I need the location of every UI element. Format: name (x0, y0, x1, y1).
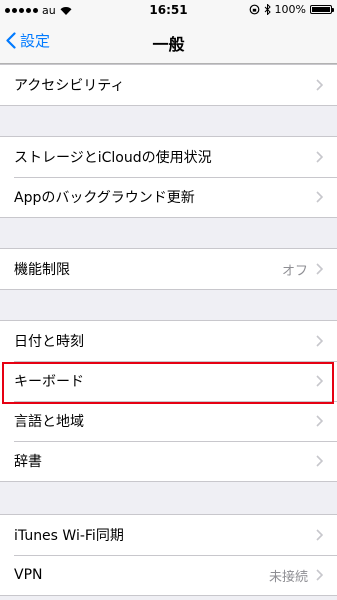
row-label: VPN (14, 567, 43, 583)
chevron-right-icon (316, 529, 323, 541)
keyboard-highlight-box (2, 362, 334, 404)
settings-row-storage-icloud[interactable]: ストレージとiCloudの使用状況 (0, 137, 337, 177)
settings-row-dictionary[interactable]: 辞書 (0, 441, 337, 481)
row-value: オフ (281, 263, 308, 279)
settings-row-restrictions[interactable]: 機能制限 オフ (0, 249, 337, 289)
row-label: iTunes Wi-Fi同期 (14, 528, 124, 544)
navigation-bar: 設定 一般 (0, 20, 337, 64)
settings-group-sync-vpn: iTunes Wi-Fi同期 VPN 未接続 (0, 514, 337, 596)
row-label: 日付と時刻 (14, 334, 84, 350)
settings-row-language-region[interactable]: 言語と地域 (0, 401, 337, 441)
settings-row-itunes-wifi-sync[interactable]: iTunes Wi-Fi同期 (0, 515, 337, 555)
row-label: ストレージとiCloudの使用状況 (14, 150, 212, 166)
chevron-right-icon (316, 191, 323, 203)
settings-row-date-time[interactable]: 日付と時刻 (0, 321, 337, 361)
row-label: 機能制限 (14, 262, 70, 278)
status-bar: au 16:51 100% (0, 0, 337, 20)
row-value: 未接続 (268, 569, 308, 585)
chevron-right-icon (316, 335, 323, 347)
row-label: 辞書 (14, 454, 42, 470)
settings-group-accessibility: アクセシビリティ (0, 64, 337, 106)
settings-row-vpn[interactable]: VPN 未接続 (0, 555, 337, 595)
battery-icon (310, 5, 334, 14)
page-title: 一般 (152, 35, 185, 54)
settings-group-restrictions: 機能制限 オフ (0, 248, 337, 290)
chevron-right-icon (316, 263, 323, 275)
settings-row-background-refresh[interactable]: Appのバックグラウンド更新 (0, 177, 337, 217)
battery-percent: 100% (274, 3, 306, 16)
settings-group-storage: ストレージとiCloudの使用状況 Appのバックグラウンド更新 (0, 136, 337, 218)
chevron-right-icon (316, 455, 323, 467)
row-label: 言語と地域 (14, 414, 84, 430)
chevron-right-icon (316, 415, 323, 427)
row-label: アクセシビリティ (14, 78, 125, 94)
rotation-lock-icon (249, 4, 259, 15)
chevron-right-icon (316, 151, 323, 163)
bluetooth-icon (264, 4, 271, 15)
chevron-right-icon (316, 569, 323, 581)
row-label: Appのバックグラウンド更新 (14, 190, 195, 206)
chevron-right-icon (316, 79, 323, 91)
settings-row-accessibility[interactable]: アクセシビリティ (0, 65, 337, 105)
